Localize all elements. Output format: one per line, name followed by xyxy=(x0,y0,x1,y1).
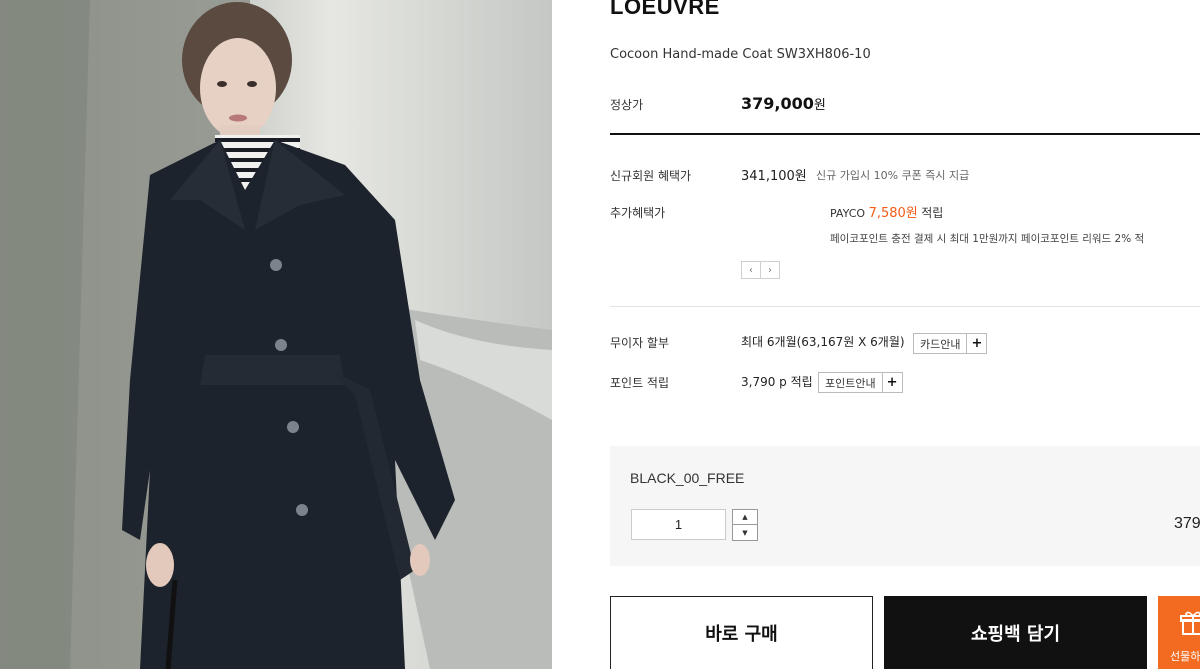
product-image[interactable] xyxy=(0,0,552,669)
installment-label: 무이자 할부 xyxy=(610,336,670,350)
payco-description: 페이코포인트 충전 결제 시 최대 1만원까지 페이코포인트 리워드 2% 적 xyxy=(830,233,1145,245)
model-coat-illustration xyxy=(0,0,552,669)
price-divider xyxy=(610,133,1200,135)
card-info-button[interactable]: 카드안내 + xyxy=(913,333,988,354)
points-info-button[interactable]: 포인트안내 + xyxy=(818,372,903,393)
increase-icon[interactable]: ▲ xyxy=(733,510,757,525)
member-price-label: 신규회원 혜택가 xyxy=(610,169,692,183)
points-info-label: 포인트안내 xyxy=(825,376,876,390)
brand-name[interactable]: LOEUVRE xyxy=(610,0,720,20)
product-info-panel: LOEUVRE Cocoon Hand-made Coat SW3XH806-1… xyxy=(552,0,1200,669)
member-coupon-note: 신규 가입시 10% 쿠폰 즉시 지급 xyxy=(816,169,970,182)
chevron-left-icon[interactable]: ‹ xyxy=(741,261,761,279)
currency-unit: 원 xyxy=(813,98,826,113)
option-name: BLACK_00_FREE xyxy=(630,470,745,486)
points-value: 3,790 p 적립 xyxy=(741,375,813,389)
points-label: 포인트 적립 xyxy=(610,376,670,390)
payco-logo-text: PAYCO xyxy=(830,207,866,220)
buy-now-button[interactable]: 바로 구매 xyxy=(610,596,873,669)
member-price: 341,100원 xyxy=(741,169,807,184)
quantity-stepper[interactable]: ▲ ▼ xyxy=(732,509,758,541)
extra-benefit-label: 추가혜택가 xyxy=(610,206,666,220)
gift-button[interactable]: 선물하 xyxy=(1158,596,1200,669)
add-to-cart-button[interactable]: 쇼핑백 담기 xyxy=(884,596,1147,669)
card-info-label: 카드안내 xyxy=(920,337,961,351)
section-divider xyxy=(610,306,1200,307)
gift-icon xyxy=(1180,611,1200,635)
option-price: 379 xyxy=(1174,515,1200,532)
installment-value: 최대 6개월(63,167원 X 6개월) xyxy=(741,335,905,349)
product-name: Cocoon Hand-made Coat SW3XH806-10 xyxy=(610,47,871,62)
regular-price-value: 379,000 xyxy=(741,94,814,113)
benefit-carousel-nav: ‹ › xyxy=(741,261,780,279)
plus-icon: + xyxy=(966,334,986,353)
regular-price-label: 정상가 xyxy=(610,98,644,112)
chevron-right-icon[interactable]: › xyxy=(760,261,780,279)
regular-price: 379,000원 xyxy=(741,94,826,113)
payco-amount: 7,580원 xyxy=(868,206,918,221)
selected-option-box: BLACK_00_FREE ▲ ▼ 379 xyxy=(610,446,1200,566)
decrease-icon[interactable]: ▼ xyxy=(733,525,757,540)
quantity-input[interactable] xyxy=(631,509,726,540)
payco-benefit: PAYCO 7,580원 적립 xyxy=(830,202,943,221)
gift-label: 선물하 xyxy=(1170,650,1200,663)
plus-icon: + xyxy=(881,373,902,392)
payco-suffix: 적립 xyxy=(921,206,944,220)
